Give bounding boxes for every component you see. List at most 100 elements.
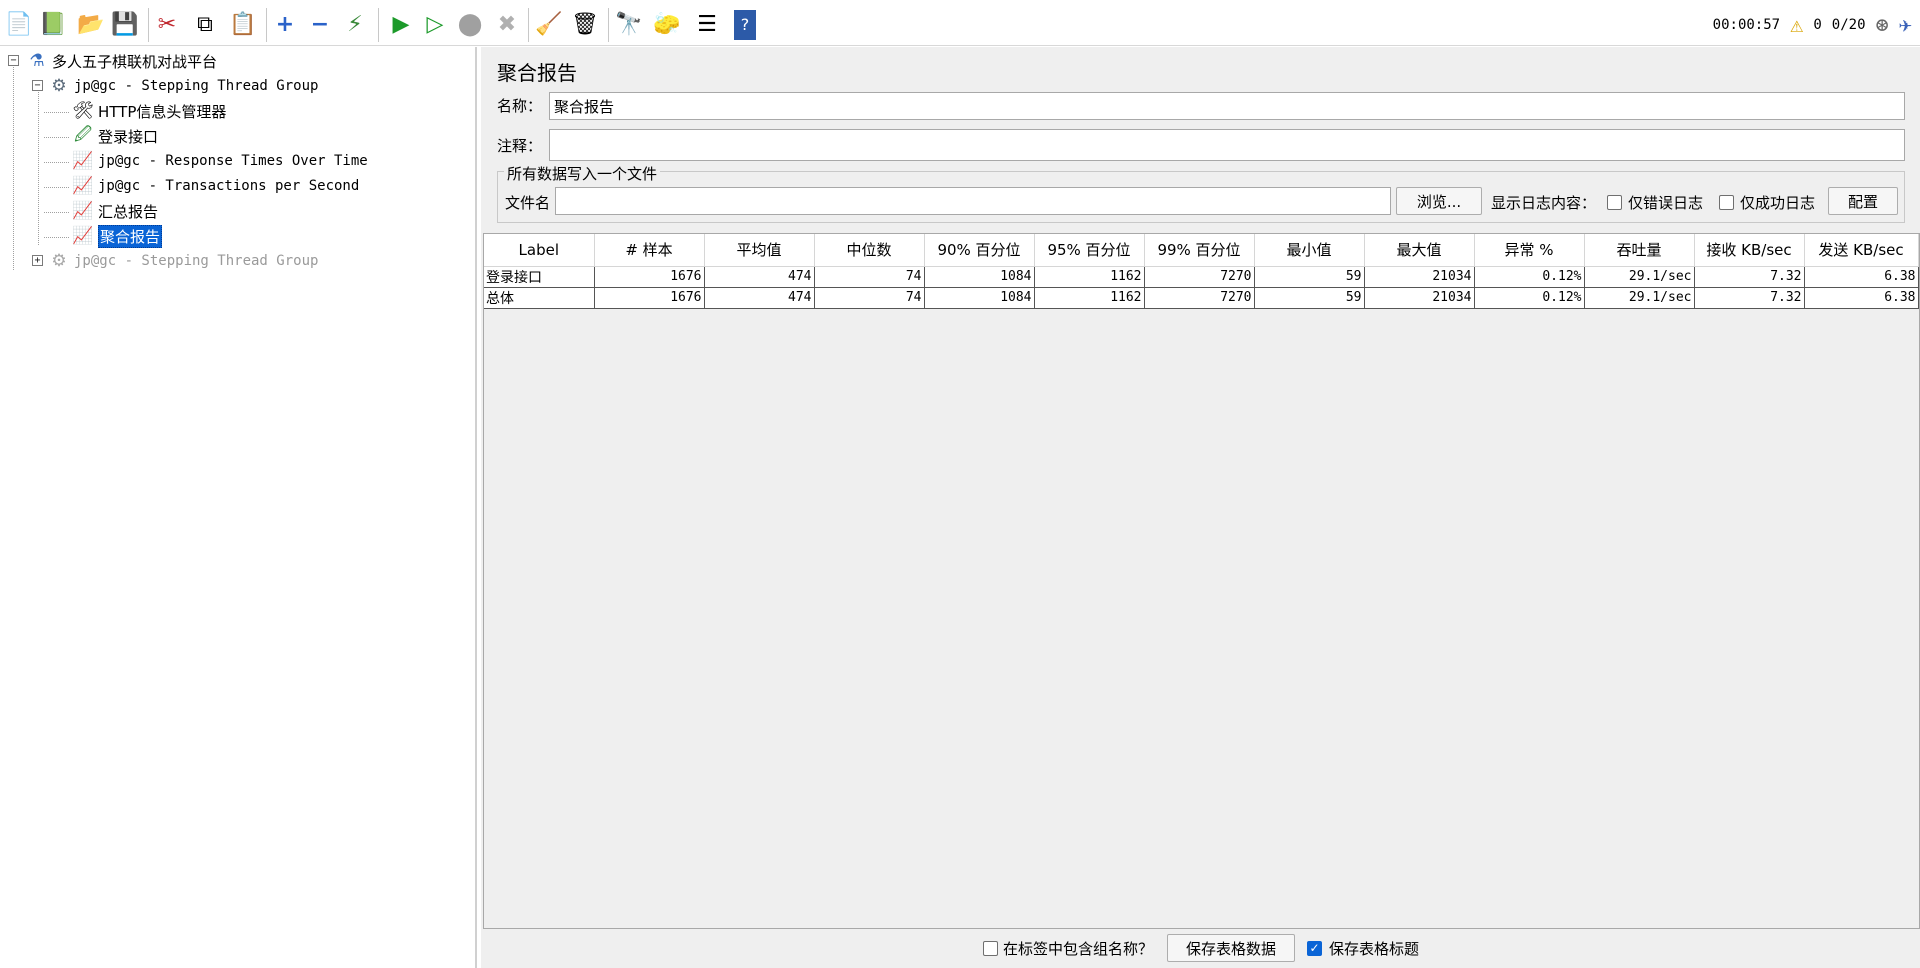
- pipette-icon: 🖉: [73, 124, 93, 145]
- tree-node-summary-report[interactable]: 📈 汇总报告: [72, 200, 158, 222]
- browse-button[interactable]: 浏览...: [1396, 187, 1482, 215]
- save-table-header-label: 保存表格标题: [1329, 940, 1420, 958]
- table-row[interactable]: 登录接口 1676 474 74 1084 1162 7270 59 21034…: [484, 266, 1919, 288]
- start-icon[interactable]: ▶: [386, 10, 416, 40]
- warning-icon[interactable]: ⚠: [1790, 13, 1803, 38]
- templates-icon[interactable]: 📗: [38, 10, 68, 40]
- expand-toggle[interactable]: +: [32, 255, 43, 266]
- column-header[interactable]: 接收 KB/sec: [1694, 234, 1805, 267]
- success-only-label: 仅成功日志: [1740, 194, 1816, 212]
- clear-icon[interactable]: 🧹: [534, 10, 564, 40]
- table-cell: 7270: [1144, 287, 1255, 309]
- function-helper-icon[interactable]: ☰: [692, 10, 722, 40]
- table-cell: 6.38: [1804, 266, 1919, 288]
- table-row[interactable]: 总体 1676 474 74 1084 1162 7270 59 21034 0…: [484, 287, 1919, 309]
- filename-label: 文件名: [505, 194, 551, 212]
- column-header[interactable]: 平均值: [704, 234, 815, 267]
- column-header[interactable]: 中位数: [814, 234, 925, 267]
- column-header[interactable]: # 样本: [594, 234, 705, 267]
- tree-node-aggregate-report[interactable]: 📈 聚合报告: [72, 224, 163, 248]
- tree-node-label: HTTP信息头管理器: [98, 102, 227, 121]
- toolbar-separator: [148, 8, 149, 42]
- expand-icon[interactable]: +: [270, 10, 300, 40]
- clear-all-icon[interactable]: 🗑: [570, 10, 600, 40]
- remote-engine-icon[interactable]: ⊛: [1876, 13, 1889, 38]
- warning-count: 0: [1813, 17, 1822, 33]
- column-header[interactable]: 95% 百分位: [1034, 234, 1145, 267]
- new-icon[interactable]: 📄: [4, 10, 34, 40]
- save-table-data-button[interactable]: 保存表格数据: [1167, 934, 1295, 962]
- help-icon[interactable]: ?: [734, 10, 756, 40]
- shutdown-icon[interactable]: ✖: [492, 10, 522, 40]
- tree-connector: [44, 187, 69, 188]
- tree-connector: [44, 237, 69, 238]
- tree-node-thread-group-disabled[interactable]: ⚙ jp@gc - Stepping Thread Group: [48, 250, 318, 272]
- tree-node-test-plan[interactable]: ⚗ 多人五子棋联机对战平台: [26, 50, 217, 72]
- collapse-toggle[interactable]: −: [8, 55, 19, 66]
- bottom-bar: 在标签中包含组名称？ 保存表格数据 ✓ 保存表格标题: [481, 929, 1920, 968]
- column-header[interactable]: 最小值: [1254, 234, 1365, 267]
- paste-icon[interactable]: 📋: [228, 10, 258, 40]
- tree-node-login-sampler[interactable]: 🖉 登录接口: [72, 125, 158, 147]
- table-cell: 474: [704, 287, 815, 309]
- table-cell: 1162: [1034, 287, 1145, 309]
- reset-search-icon[interactable]: 🧽: [652, 10, 682, 40]
- column-header[interactable]: 最大值: [1364, 234, 1475, 267]
- test-plan-tree[interactable]: − ⚗ 多人五子棋联机对战平台 − ⚙ jp@gc - Stepping Thr…: [0, 47, 477, 968]
- log-content-label: 显示日志内容：: [1491, 194, 1597, 212]
- configure-button[interactable]: 配置: [1828, 187, 1898, 215]
- toggle-icon[interactable]: ⚡: [340, 10, 370, 40]
- errors-only-checkbox[interactable]: [1607, 195, 1622, 210]
- file-section-title: 所有数据写入一个文件: [504, 163, 661, 184]
- table-cell: 7270: [1144, 266, 1255, 288]
- tree-node-label: jp@gc - Stepping Thread Group: [74, 253, 319, 269]
- results-table[interactable]: Label # 样本 平均值 中位数 90% 百分位 95% 百分位 99% 百…: [483, 233, 1920, 929]
- column-header[interactable]: 90% 百分位: [924, 234, 1035, 267]
- tree-node-tps[interactable]: 📈 jp@gc - Transactions per Second: [72, 175, 359, 197]
- comment-label: 注释：: [497, 137, 543, 155]
- collapse-toggle[interactable]: −: [32, 80, 43, 91]
- column-header[interactable]: 99% 百分位: [1144, 234, 1255, 267]
- tree-node-label: 登录接口: [98, 127, 159, 146]
- table-cell: 59: [1254, 287, 1365, 309]
- success-only-checkbox[interactable]: [1719, 195, 1734, 210]
- collapse-icon[interactable]: −: [305, 10, 335, 40]
- include-group-checkbox[interactable]: [983, 941, 998, 956]
- toolbar: 📄 📗 📂 💾 ✂ ⧉ 📋 + − ⚡ ▶ ▷ ⬤ ✖ 🧹 🗑 🔭 🧽 ☰ ? …: [0, 0, 1920, 46]
- wrench-icon: 🛠: [72, 101, 94, 121]
- save-table-header-checkbox[interactable]: ✓: [1307, 941, 1322, 956]
- column-header[interactable]: 吞吐量: [1584, 234, 1695, 267]
- start-no-pauses-icon[interactable]: ▷: [420, 10, 450, 40]
- toolbar-separator: [378, 8, 379, 42]
- table-cell: 1162: [1034, 266, 1145, 288]
- table-cell: 总体: [484, 287, 595, 309]
- column-header[interactable]: 异常 %: [1474, 234, 1585, 267]
- filename-field[interactable]: [555, 187, 1391, 215]
- toolbar-separator: [266, 8, 267, 42]
- graph-icon: 📈: [72, 176, 94, 196]
- search-icon[interactable]: 🔭: [614, 10, 644, 40]
- tree-node-label: jp@gc - Response Times Over Time: [98, 153, 368, 169]
- stop-icon[interactable]: ⬤: [455, 10, 485, 40]
- column-header[interactable]: Label: [484, 234, 595, 267]
- open-icon[interactable]: 📂: [76, 10, 106, 40]
- name-field[interactable]: [549, 92, 1905, 120]
- logo-icon: ✈: [1898, 12, 1912, 38]
- name-label: 名称：: [497, 97, 543, 115]
- tree-node-thread-group[interactable]: ⚙ jp@gc - Stepping Thread Group: [48, 75, 318, 97]
- errors-only-label: 仅错误日志: [1628, 194, 1704, 212]
- comment-field[interactable]: [549, 129, 1905, 161]
- include-group-label: 在标签中包含组名称？: [1003, 940, 1154, 958]
- table-cell: 0.12%: [1474, 287, 1585, 309]
- save-icon[interactable]: 💾: [110, 10, 140, 40]
- copy-icon[interactable]: ⧉: [190, 10, 220, 40]
- tree-node-header-manager[interactable]: 🛠 HTTP信息头管理器: [72, 100, 226, 122]
- table-cell: 29.1/sec: [1584, 287, 1695, 309]
- toolbar-separator: [528, 8, 529, 42]
- column-header[interactable]: 发送 KB/sec: [1804, 234, 1919, 267]
- cut-icon[interactable]: ✂: [152, 10, 182, 40]
- table-cell: 74: [814, 266, 925, 288]
- elapsed-time: 00:00:57: [1712, 17, 1781, 33]
- tree-connector: [13, 67, 14, 270]
- tree-node-response-times[interactable]: 📈 jp@gc - Response Times Over Time: [72, 150, 368, 172]
